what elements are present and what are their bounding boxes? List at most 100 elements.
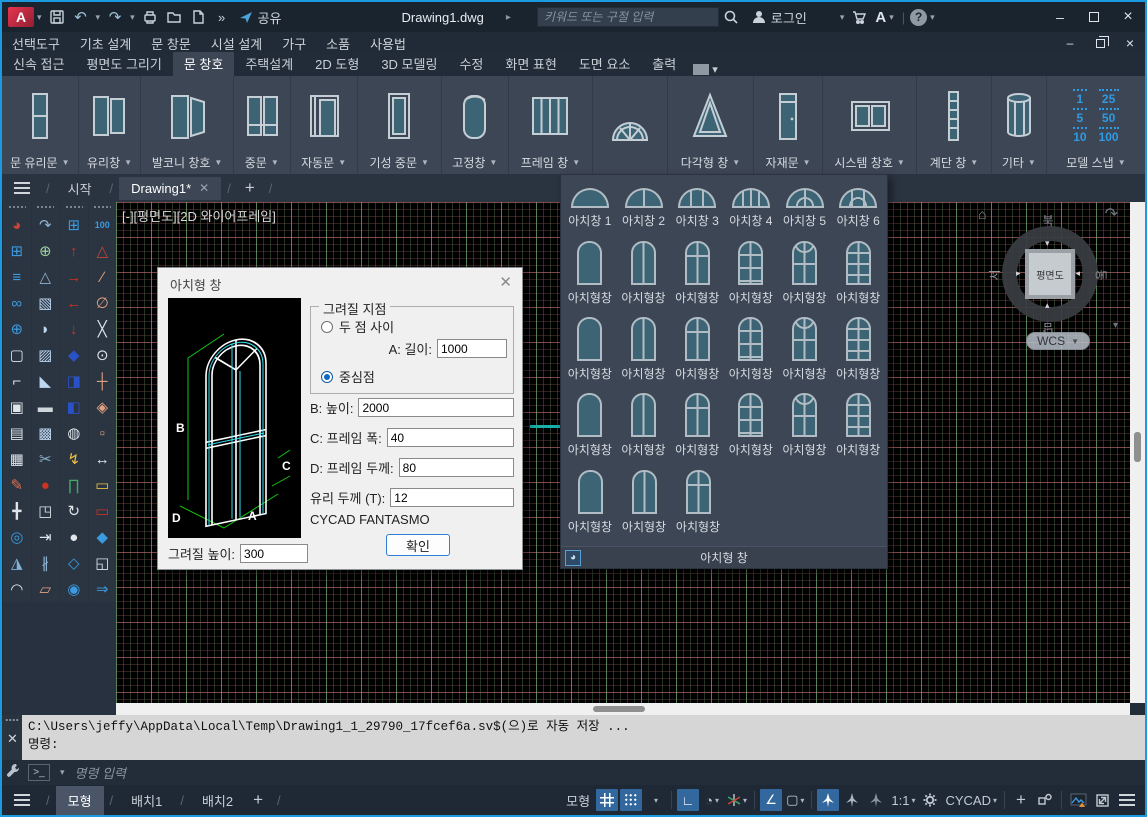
maximize-button[interactable] (1077, 3, 1111, 31)
tool-icon[interactable]: ▱ (32, 576, 58, 602)
tool-icon[interactable]: ● (32, 472, 58, 498)
glass-thickness-input[interactable] (390, 488, 514, 507)
tool-icon[interactable]: ◱ (89, 550, 115, 576)
tool-icon[interactable]: ↑ (61, 238, 87, 264)
flyout-item[interactable]: 아치형창 (831, 317, 885, 382)
osnap-toggle[interactable]: ▢▾ (784, 789, 806, 811)
flyout-item[interactable]: 아치형창 (671, 470, 725, 535)
view-compass[interactable]: ⌂ ↷ ▾ 평면도 북 남 서 동 ▾ ▴ ▸ ◂ (988, 212, 1108, 337)
ortho-toggle[interactable]: ∟ (677, 789, 699, 811)
tool-icon[interactable]: → (61, 264, 87, 290)
ribbon-item-frame-window[interactable]: 프레임 창▼ (509, 76, 593, 174)
ribbon-tab[interactable]: 화면 표현 (494, 52, 567, 76)
app-store-caret[interactable]: ▾ (886, 12, 897, 23)
ribbon-tab[interactable]: 2D 도형 (304, 52, 370, 76)
tool-icon[interactable]: ┼ (89, 368, 115, 394)
flyout-item[interactable]: 아치형창 (617, 317, 671, 382)
tool-icon[interactable]: ▨ (32, 342, 58, 368)
flyout-item[interactable]: 아치창 3 (670, 188, 724, 229)
tool-icon[interactable]: ◉ (61, 576, 87, 602)
ribbon-tab[interactable]: 문 창호 (173, 52, 235, 76)
tool-icon[interactable]: ◆ (89, 524, 115, 550)
flyout-item[interactable]: 아치형창 (617, 241, 671, 306)
flyout-item[interactable]: 아치창 4 (724, 188, 778, 229)
clean-screen-plus[interactable]: + (1010, 789, 1032, 811)
compass-menu-caret[interactable]: ▾ (1113, 320, 1118, 331)
flyout-item[interactable]: 아치형창 (670, 317, 724, 382)
tool-icon[interactable]: ◕ (4, 212, 30, 238)
share-plane-icon[interactable] (234, 5, 258, 29)
tool-icon[interactable]: ▣ (4, 394, 30, 420)
search-input[interactable]: 키워드 또는 구절 입력 (537, 7, 719, 27)
tool-icon[interactable]: ⇥ (32, 524, 58, 550)
tool-icon[interactable]: ◠ (4, 576, 30, 602)
tool-icon[interactable]: ◳ (32, 498, 58, 524)
annotation-autoscale-toggle[interactable] (841, 789, 863, 811)
search-icon[interactable] (719, 5, 743, 29)
radio-two-points[interactable] (321, 321, 333, 333)
layout-tab[interactable]: 배치1 (119, 786, 174, 815)
help-icon[interactable]: ? (910, 9, 927, 26)
horizontal-scrollbar[interactable] (116, 703, 1130, 715)
flyout-item[interactable]: 아치형창 (724, 393, 778, 458)
tool-icon[interactable]: ▭ (89, 472, 115, 498)
a-length-input[interactable] (437, 339, 507, 358)
command-drag-grip[interactable] (5, 718, 19, 722)
command-prompt-caret[interactable]: ▾ (57, 767, 68, 778)
palette-grip[interactable] (8, 205, 26, 210)
tool-icon[interactable]: ▫ (89, 420, 115, 446)
radio-two-points-label[interactable]: 두 점 사이 (339, 317, 394, 336)
search-history-caret[interactable]: ▸ (506, 12, 511, 23)
rotate-view-icon[interactable]: ↷ (1105, 204, 1118, 224)
tool-icon[interactable]: ◎ (4, 524, 30, 550)
tool-icon[interactable]: ⌐ (4, 368, 30, 394)
drawing-menu-icon[interactable] (14, 187, 30, 189)
tool-icon[interactable]: ∕ (89, 264, 115, 290)
flyout-item[interactable]: 아치형창 (778, 317, 832, 382)
tool-icon[interactable]: ↻ (61, 498, 87, 524)
flyout-item[interactable]: 아치형창 (778, 393, 832, 458)
share-label[interactable]: 공유 (258, 8, 282, 27)
ribbon-tab[interactable]: 3D 모델링 (370, 52, 448, 76)
tool-icon[interactable]: ◇ (61, 550, 87, 576)
ribbon-item-balcony-window[interactable]: 발코니 창호▼ (141, 76, 233, 174)
model-snap-value[interactable]: 100 (1099, 127, 1119, 144)
flyout-item[interactable]: 아치형창 (724, 241, 778, 306)
tool-icon[interactable]: ↓ (61, 316, 87, 342)
tool-icon[interactable]: ⊕ (32, 238, 58, 264)
command-input[interactable]: 명령 입력 (75, 763, 126, 782)
ribbon-tab[interactable]: 평면도 그리기 (75, 52, 172, 76)
osnap-tracking-toggle[interactable]: ∠ (760, 789, 782, 811)
annotation-scale-icon[interactable] (865, 789, 887, 811)
tool-icon[interactable]: ● (61, 524, 87, 550)
flyout-item[interactable]: 아치창 1 (563, 188, 617, 229)
save-icon[interactable] (45, 5, 69, 29)
palette-grip[interactable] (65, 205, 83, 210)
ribbon-tab[interactable]: 주택설계 (234, 52, 304, 76)
model-snap-value[interactable]: 10 (1073, 127, 1086, 144)
login-button[interactable]: 로그인 (751, 8, 807, 27)
ribbon-item-fixed-window[interactable]: 고정창▼ (442, 76, 509, 174)
tool-icon[interactable]: ⊕ (4, 316, 30, 342)
menu-item[interactable]: 기초 설계 (70, 34, 141, 53)
help-caret[interactable]: ▾ (927, 12, 938, 23)
status-customize-icon[interactable] (1119, 799, 1135, 801)
c-frame-width-input[interactable] (387, 428, 514, 447)
app-store-icon[interactable]: A (875, 9, 886, 26)
doc-minimize-button[interactable]: – (1055, 33, 1085, 53)
tool-icon[interactable]: ∞ (4, 290, 30, 316)
minimize-button[interactable]: – (1043, 3, 1077, 31)
command-close-icon[interactable]: ✕ (7, 731, 18, 747)
ribbon-item-auto-door[interactable]: 자동문▼ (291, 76, 358, 174)
app-menu-caret[interactable]: ▾ (34, 12, 45, 23)
flyout-item[interactable]: 아치형창 (617, 470, 671, 535)
tool-icon[interactable]: ◈ (89, 394, 115, 420)
model-space-label[interactable]: 모형 (566, 791, 590, 810)
tool-icon[interactable]: ◗ (32, 316, 58, 342)
flyout-item[interactable]: 아치형창 (724, 317, 778, 382)
status-menu-icon[interactable] (14, 799, 30, 801)
snap-toggle[interactable] (620, 789, 642, 811)
ribbon-item-glass-window[interactable]: 유리창▼ (79, 76, 142, 174)
tool-icon[interactable]: ↯ (61, 446, 87, 472)
tool-icon[interactable]: ◨ (61, 368, 87, 394)
